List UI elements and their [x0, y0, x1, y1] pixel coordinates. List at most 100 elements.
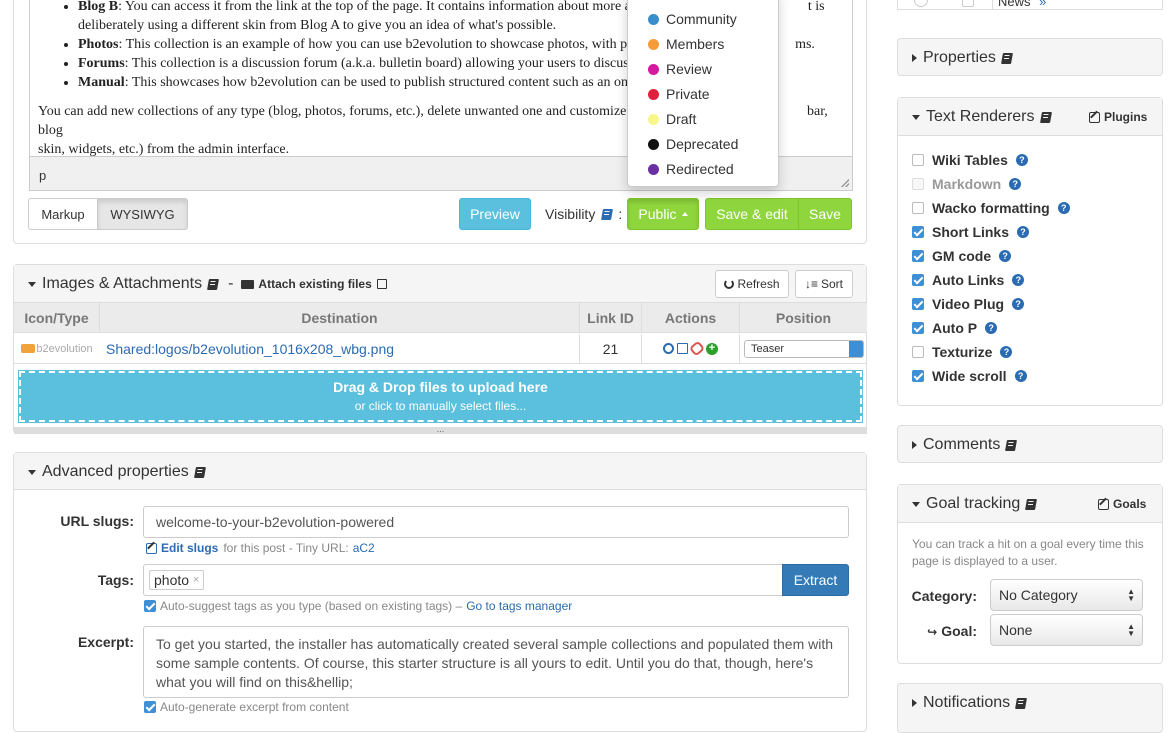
help-icon[interactable]: ? [1014, 370, 1027, 382]
view-target-icon[interactable] [663, 343, 674, 354]
notifications-panel-title[interactable]: Notifications [912, 694, 1028, 712]
save-and-edit-button[interactable]: Save & edit [705, 198, 799, 230]
edit-slugs-link[interactable]: Edit slugs [161, 541, 218, 555]
resize-grip-icon[interactable] [841, 179, 849, 187]
manual-book-icon[interactable] [1025, 498, 1038, 510]
visibility-dropdown-menu: Community Members Review Private Draft D… [627, 0, 779, 187]
destination-file-link[interactable]: Shared:logos/b2evolution_1016x208_wbg.pn… [106, 341, 394, 357]
help-icon[interactable]: ? [1009, 178, 1022, 190]
visibility-label: Visibility : [545, 206, 623, 222]
renderer-auto-links[interactable]: Auto Links? [912, 272, 1025, 288]
wysiwyg-tab-button[interactable]: WYSIWYG [97, 198, 188, 230]
visibility-option-deprecated[interactable]: Deprecated [648, 136, 738, 152]
renderer-wiki-tables[interactable]: Wiki Tables? [912, 152, 1028, 168]
refresh-button[interactable]: Refresh [715, 270, 789, 298]
manual-book-icon[interactable] [601, 208, 614, 220]
checkbox[interactable] [912, 274, 924, 286]
external-link-icon[interactable] [677, 343, 688, 354]
visibility-option-redirected[interactable]: Redirected [648, 161, 734, 177]
manual-book-icon[interactable] [1039, 111, 1052, 123]
news-checkbox[interactable] [962, 0, 974, 7]
url-slugs-input[interactable]: welcome-to-your-b2evolution-powered [143, 506, 849, 538]
goal-tracking-title[interactable]: Goal tracking [912, 495, 1038, 513]
tiny-url-link[interactable]: aC2 [353, 541, 375, 555]
plugins-link[interactable]: Plugins [1089, 110, 1147, 124]
attach-existing-files-link[interactable]: Attach existing files [258, 277, 371, 291]
tags-manager-link[interactable]: Go to tags manager [466, 599, 572, 613]
properties-panel-title[interactable]: Properties [912, 49, 1013, 67]
preview-button[interactable]: Preview [459, 198, 531, 230]
position-select[interactable]: Teaser [744, 339, 864, 358]
advanced-panel-title[interactable]: Advanced properties [28, 463, 206, 481]
help-icon[interactable]: ? [1015, 154, 1028, 166]
renderer-short-links[interactable]: Short Links? [912, 224, 1030, 240]
column-header-icon-type: Icon/Type [14, 303, 100, 333]
extract-button[interactable]: Extract [782, 564, 849, 596]
markup-tab-button[interactable]: Markup [28, 198, 98, 230]
remove-tag-icon[interactable]: × [193, 574, 199, 586]
category-select[interactable]: No Category ▲ ▼ [990, 579, 1143, 611]
manual-book-icon[interactable] [207, 278, 220, 290]
help-icon[interactable]: ? [999, 250, 1012, 262]
comments-panel-title[interactable]: Comments [912, 436, 1018, 454]
unlink-icon[interactable] [688, 340, 706, 357]
checkbox[interactable] [912, 370, 924, 382]
checkbox[interactable] [912, 250, 924, 262]
auto-generate-excerpt-checkbox[interactable] [144, 701, 156, 713]
excerpt-textarea[interactable]: To get you started, the installer has au… [143, 626, 849, 698]
checkbox[interactable] [912, 298, 924, 310]
renderer-wide-scroll[interactable]: Wide scroll? [912, 368, 1027, 384]
renderer-video-plug[interactable]: Video Plug? [912, 296, 1025, 312]
column-header-link-id: Link ID [580, 303, 642, 333]
auto-suggest-tags-checkbox[interactable] [144, 600, 156, 612]
goal-select[interactable]: None ▲ ▼ [990, 614, 1143, 646]
manual-book-icon[interactable] [1000, 52, 1013, 64]
sort-icon: ↓≡ [804, 277, 818, 291]
manual-book-icon[interactable] [1005, 439, 1018, 451]
dropzone-title: Drag & Drop files to upload here [333, 379, 548, 395]
help-icon[interactable]: ? [985, 322, 998, 334]
notifications-panel: Notifications [897, 683, 1163, 733]
help-icon[interactable]: ? [1017, 226, 1030, 238]
manual-book-icon[interactable] [193, 466, 206, 478]
goals-link[interactable]: Goals [1098, 497, 1146, 511]
visibility-option-private[interactable]: Private [648, 86, 710, 102]
properties-panel: Properties [897, 38, 1163, 76]
news-radio[interactable] [914, 0, 928, 7]
visibility-option-community[interactable]: Community [648, 11, 737, 27]
help-icon[interactable]: ? [1012, 274, 1025, 286]
file-dropzone[interactable]: Drag & Drop files to upload here or clic… [18, 370, 863, 423]
news-label[interactable]: News » [998, 0, 1046, 9]
manual-book-icon[interactable] [1015, 697, 1028, 709]
checkbox[interactable] [912, 154, 924, 166]
sort-button[interactable]: ↓≡ Sort [795, 270, 853, 298]
help-icon[interactable]: ? [1012, 298, 1025, 310]
visibility-public-button[interactable]: Public [627, 198, 699, 230]
checkbox[interactable] [912, 346, 924, 358]
text-renderers-title[interactable]: Text Renderers [912, 108, 1052, 126]
visibility-option-draft[interactable]: Draft [648, 111, 696, 127]
renderer-gm-code[interactable]: GM code? [912, 248, 1012, 264]
attachments-panel-title[interactable]: Images & Attachments - Attach existing f… [28, 275, 387, 293]
renderer-texturize[interactable]: Texturize? [912, 344, 1013, 360]
table-row-position-cell: Teaser [740, 334, 867, 364]
panel-resize-grip[interactable]: ... [14, 425, 867, 434]
element-path[interactable]: p [39, 168, 46, 183]
tags-input[interactable]: photo × [143, 564, 783, 596]
select-arrows-icon [849, 340, 863, 357]
save-button[interactable]: Save [798, 198, 852, 230]
visibility-option-members[interactable]: Members [648, 36, 724, 52]
renderer-wacko-formatting[interactable]: Wacko formatting? [912, 200, 1070, 216]
checkbox[interactable] [912, 322, 924, 334]
checkbox [912, 178, 924, 190]
text-renderers-panel: Text Renderers Plugins Wiki Tables? Mark… [897, 97, 1163, 406]
checkbox[interactable] [912, 226, 924, 238]
visibility-option-review[interactable]: Review [648, 61, 712, 77]
help-icon[interactable]: ? [1057, 202, 1070, 214]
help-icon[interactable]: ? [1000, 346, 1013, 358]
checkbox[interactable] [912, 202, 924, 214]
add-icon[interactable]: + [706, 342, 718, 355]
goal-tracking-panel: Goal tracking Goals You can track a hit … [897, 484, 1163, 664]
status-dot-icon [648, 63, 659, 75]
renderer-auto-p[interactable]: Auto P? [912, 320, 998, 336]
